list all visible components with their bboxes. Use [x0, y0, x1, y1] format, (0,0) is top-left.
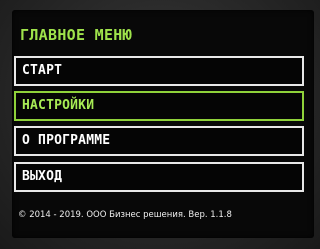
menu-item-settings[interactable]: НАСТРОЙКИ — [14, 91, 304, 121]
menu-item-start-label: СТАРТ — [22, 63, 63, 78]
menu-item-exit-label: ВЫХОД — [22, 169, 63, 184]
menu-item-about-label: О ПРОГРАММЕ — [22, 133, 111, 148]
menu-item-about[interactable]: О ПРОГРАММЕ — [14, 126, 304, 156]
menu-item-exit[interactable]: ВЫХОД — [14, 162, 304, 192]
menu-item-start[interactable]: СТАРТ — [14, 56, 304, 86]
menu-title: ГЛАВНОЕ МЕНЮ — [20, 26, 132, 44]
copyright-footer: © 2014 - 2019. ООО Бизнес решения. Вер. … — [18, 210, 232, 220]
menu-item-settings-label: НАСТРОЙКИ — [22, 98, 95, 113]
